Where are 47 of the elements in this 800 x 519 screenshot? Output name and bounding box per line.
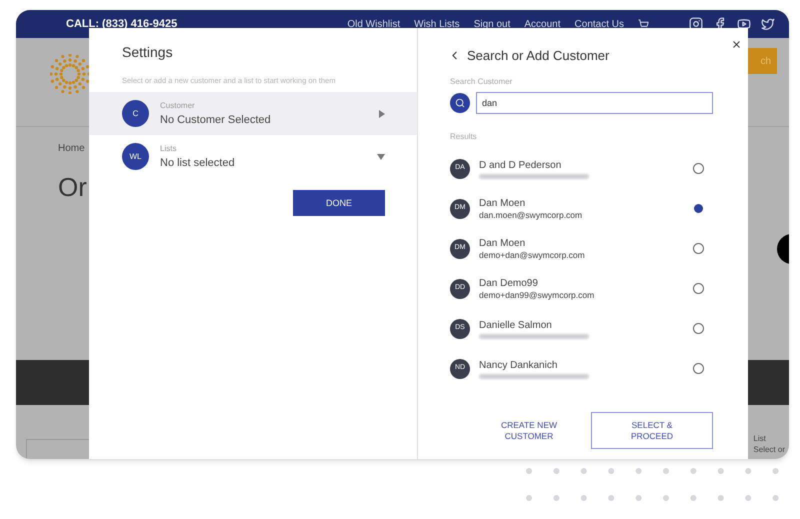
results-label: Results [450, 130, 478, 142]
radio-button[interactable] [693, 203, 704, 214]
nav-link[interactable]: Sign out [474, 16, 510, 32]
customer-name: Dan Moen [479, 196, 526, 210]
customer-email: demo+dan@swymcorp.com [479, 250, 585, 260]
radio-button[interactable] [693, 363, 704, 374]
twitter-icon[interactable] [761, 17, 775, 31]
list-value: Select or [753, 444, 785, 455]
nav-link[interactable]: Wish Lists [414, 16, 460, 32]
row-value: No list selected [160, 156, 235, 170]
nav-link[interactable]: Account [524, 16, 561, 32]
nav-link[interactable]: Contact Us [574, 16, 624, 32]
customer-name: Dan Demo99 [479, 276, 539, 290]
row-label: Customer [160, 100, 196, 112]
customer-name: Nancy Dankanich [479, 358, 558, 372]
page-heading: Or [58, 172, 87, 202]
customer-email: dan.moen@swymcorp.com [479, 210, 582, 220]
nav-link[interactable]: Old Wishlist [347, 16, 400, 32]
search-label: Search Customer [450, 76, 514, 88]
settings-row[interactable]: C Customer No Customer Selected [89, 92, 417, 136]
radio-button[interactable] [693, 323, 704, 334]
close-icon[interactable] [731, 39, 742, 50]
settings-title: Settings [121, 43, 174, 62]
radio-button[interactable] [693, 283, 704, 294]
customer-name: D and D Pederson [479, 158, 562, 172]
row-value: No Customer Selected [160, 112, 271, 128]
customer-name: Danielle Salmon [479, 318, 553, 332]
search-field[interactable]: dan [476, 92, 713, 114]
search-icon [450, 92, 470, 112]
avatar: C [122, 100, 149, 128]
right-triangle-icon [379, 110, 385, 118]
panel-title: Search or Add Customer [467, 47, 610, 65]
youtube-icon[interactable] [737, 17, 751, 31]
create-customer-button[interactable]: CREATE NEW CUSTOMER [492, 420, 566, 442]
radio-button[interactable] [693, 243, 704, 254]
down-triangle-icon [377, 154, 385, 160]
select-proceed-button[interactable]: SELECT & PROCEED [591, 412, 713, 449]
list-label: List [753, 433, 767, 444]
breadcrumb[interactable]: Home [58, 143, 85, 154]
row-label: Lists [160, 142, 178, 154]
customer-email: demo+dan99@swymcorp.com [479, 290, 594, 300]
radio-button[interactable] [693, 163, 704, 174]
sun-logo-icon [50, 54, 90, 94]
avatar: WL [122, 143, 149, 170]
phone-number: CALL: (833) 416-9425 [66, 16, 178, 32]
done-button[interactable]: DONE [293, 190, 385, 216]
customer-name: Dan Moen [479, 236, 526, 250]
